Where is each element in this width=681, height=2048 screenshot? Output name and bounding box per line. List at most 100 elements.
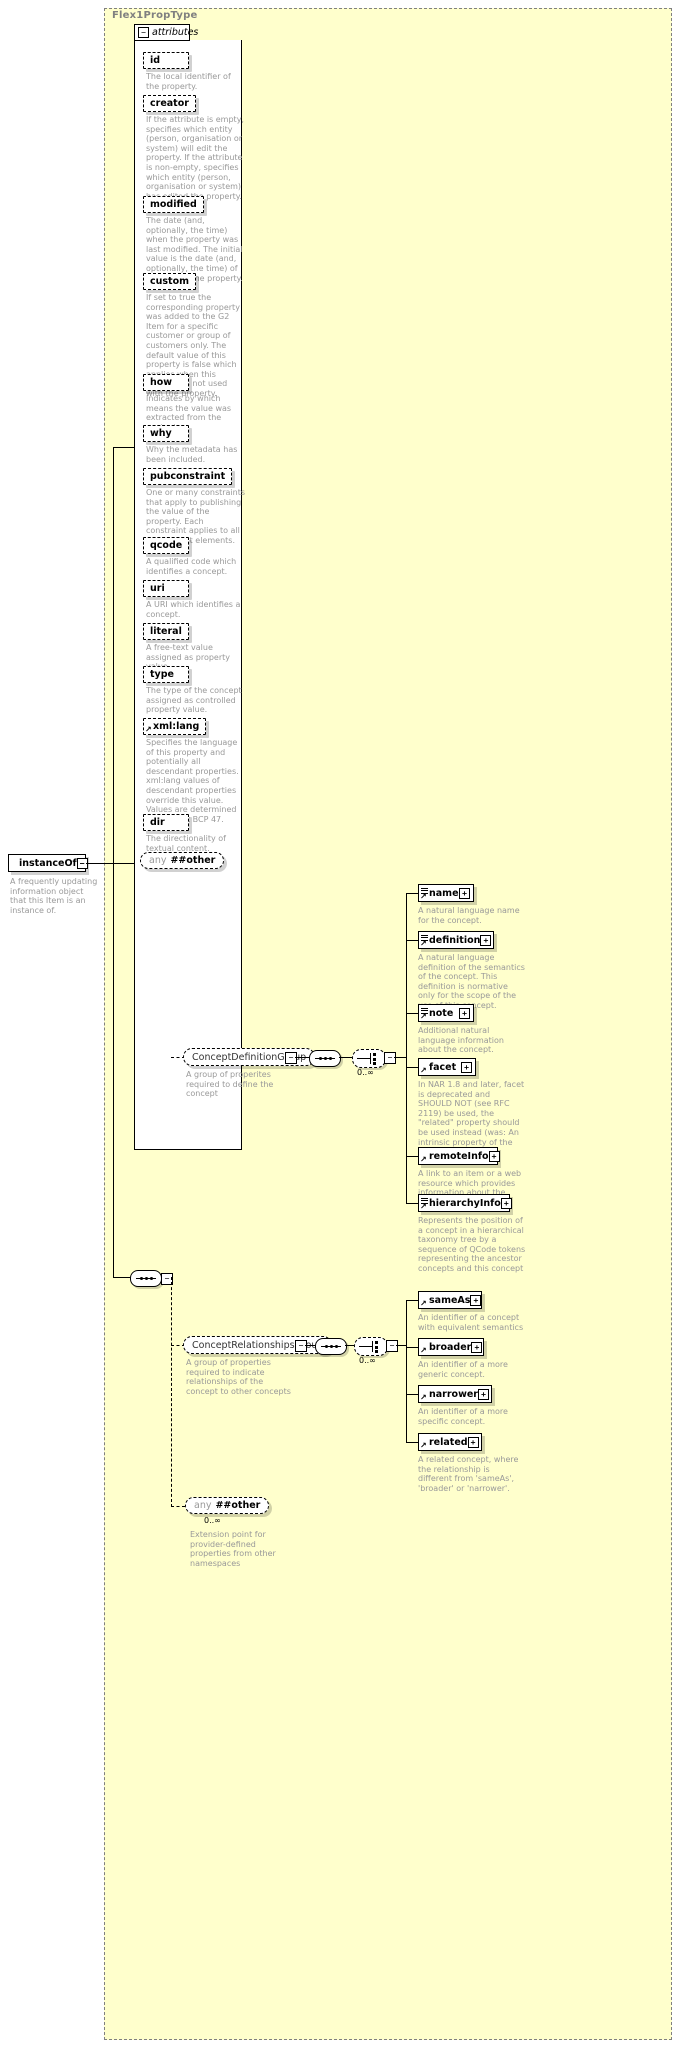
attribute-xmllang[interactable]: ↗ xml:lang [143, 718, 207, 735]
reference-arrow-icon: ↗ [145, 725, 152, 734]
element-label: hierarchyInfo [429, 1197, 501, 1209]
expand-icon[interactable] [461, 1061, 472, 1073]
reference-arrow-icon: ↗ [420, 1441, 427, 1450]
element-name-description: A natural language name for the concept. [418, 906, 520, 925]
attribute-type[interactable]: type [143, 666, 189, 683]
attribute-qcode[interactable]: qcode [143, 537, 190, 554]
group-conceptrelationshipsgroup-description: A group of properties required to indica… [186, 1358, 291, 1396]
group-toggle-icon[interactable]: − [295, 1340, 307, 1352]
expand-icon[interactable] [467, 1436, 479, 1448]
attribute-uri-description: A URI which identifies a concept. [146, 600, 241, 619]
reference-arrow-icon: ↗ [420, 1155, 427, 1164]
choice-toggle-icon[interactable]: − [386, 1340, 398, 1352]
element-hierarchyinfo[interactable]: ↗ hierarchyInfo [418, 1194, 512, 1212]
element-label: broader [429, 1341, 472, 1353]
group-toggle-icon[interactable]: − [285, 1052, 297, 1064]
connector-line [406, 1156, 418, 1157]
any-namespace: ##other [170, 855, 216, 866]
attribute-custom[interactable]: custom [143, 273, 197, 290]
attribute-pubconstraint[interactable]: pubconstraint [143, 468, 233, 485]
element-broader[interactable]: ↗ broader [418, 1338, 484, 1356]
reference-arrow-icon: ↗ [420, 1012, 427, 1021]
element-narrower[interactable]: ↗ narrower [418, 1385, 492, 1403]
choice-toggle-icon[interactable]: − [384, 1052, 396, 1064]
trailing-any-cardinality: 0..∞ [204, 1516, 221, 1525]
connector-line [406, 1347, 418, 1348]
trailing-any-other[interactable]: any ##other [185, 1497, 270, 1514]
element-instanceof[interactable]: instanceOf [8, 854, 88, 872]
element-remoteinfo[interactable]: ↗ remoteInfo [418, 1147, 500, 1165]
element-facet[interactable]: ↗ facet [418, 1058, 476, 1076]
attribute-label: dir [150, 817, 165, 828]
reference-arrow-icon: ↗ [420, 1202, 427, 1211]
element-related[interactable]: ↗ related [418, 1433, 482, 1451]
attributes-section-header[interactable]: attributes [134, 24, 198, 41]
element-name[interactable]: ↗ name [418, 884, 474, 902]
element-definition-description: A natural language definition of the sem… [418, 953, 525, 1010]
element-definition[interactable]: ↗ definition [418, 931, 494, 949]
connector-line [396, 1345, 406, 1346]
choice-connector[interactable] [354, 1337, 388, 1356]
expand-icon[interactable] [480, 934, 492, 946]
element-label: name [429, 887, 459, 899]
expand-icon[interactable] [488, 1150, 500, 1162]
attribute-creator[interactable]: creator [143, 95, 196, 112]
sequence-connector[interactable] [130, 1270, 162, 1287]
attribute-why-description: Why the metadata has been included. [146, 445, 238, 464]
reference-arrow-icon: ↗ [420, 892, 427, 901]
attribute-id[interactable]: id [143, 52, 189, 69]
element-label: definition [429, 934, 481, 946]
element-label: narrower [429, 1388, 478, 1400]
any-keyword: any [149, 855, 167, 866]
expand-icon[interactable] [500, 1197, 512, 1209]
element-related-description: A related concept, where the relationshi… [418, 1455, 519, 1493]
element-label: related [429, 1436, 468, 1448]
attribute-literal[interactable]: literal [143, 623, 189, 640]
connector-line [406, 1394, 418, 1395]
group-conceptdefinitiongroup-description: A group of properites required to define… [186, 1070, 274, 1099]
reference-arrow-icon: ↗ [420, 1299, 427, 1308]
expand-icon[interactable] [477, 1388, 489, 1400]
expand-icon[interactable] [459, 1007, 470, 1019]
connector-line [339, 1057, 352, 1058]
connector-line [406, 893, 418, 894]
reference-arrow-icon: ↗ [420, 939, 427, 948]
attribute-label: literal [150, 626, 182, 637]
collapse-icon[interactable] [138, 27, 149, 38]
element-label: instanceOf [19, 857, 77, 869]
attribute-modified[interactable]: modified [143, 196, 204, 213]
attribute-any-other[interactable]: any ##other [140, 852, 225, 869]
attribute-uri[interactable]: uri [143, 580, 189, 597]
attribute-dir[interactable]: dir [143, 814, 189, 831]
connector-line [345, 1345, 354, 1346]
element-sameas[interactable]: ↗ sameAs [418, 1291, 482, 1309]
expand-icon[interactable] [459, 887, 470, 899]
attribute-label: uri [150, 583, 165, 594]
attribute-label: creator [150, 98, 189, 109]
attribute-label: type [150, 669, 174, 680]
attribute-id-description: The local identifier of the property. [146, 72, 231, 91]
connector-line [171, 1277, 172, 1507]
type-title: Flex1PropType [112, 10, 198, 21]
element-instanceof-description: A frequently updating information object… [10, 877, 98, 915]
attribute-why[interactable]: why [143, 425, 189, 442]
expand-icon[interactable] [470, 1294, 482, 1306]
element-label: sameAs [429, 1294, 471, 1306]
trailing-any-description: Extension point for provider-defined pro… [190, 1530, 276, 1568]
choice-connector[interactable] [352, 1049, 386, 1068]
sequence-connector[interactable] [309, 1050, 341, 1067]
sequence-connector[interactable] [315, 1338, 347, 1355]
element-note[interactable]: ↗ note [418, 1004, 474, 1022]
attribute-label: xml:lang [153, 721, 200, 732]
connector-line [113, 447, 134, 448]
expand-icon[interactable] [471, 1341, 483, 1353]
attribute-label: qcode [150, 540, 183, 551]
attribute-how[interactable]: how [143, 374, 189, 391]
connector-line [406, 1300, 418, 1301]
attribute-qcode-description: A qualified code which identifies a conc… [146, 557, 237, 576]
attribute-dir-description: The directionality of textual content. [146, 834, 226, 853]
choice-cardinality: 0..∞ [357, 1068, 374, 1077]
connector-line [406, 1013, 418, 1014]
connector-line [305, 1345, 315, 1346]
attribute-label: custom [150, 276, 190, 287]
